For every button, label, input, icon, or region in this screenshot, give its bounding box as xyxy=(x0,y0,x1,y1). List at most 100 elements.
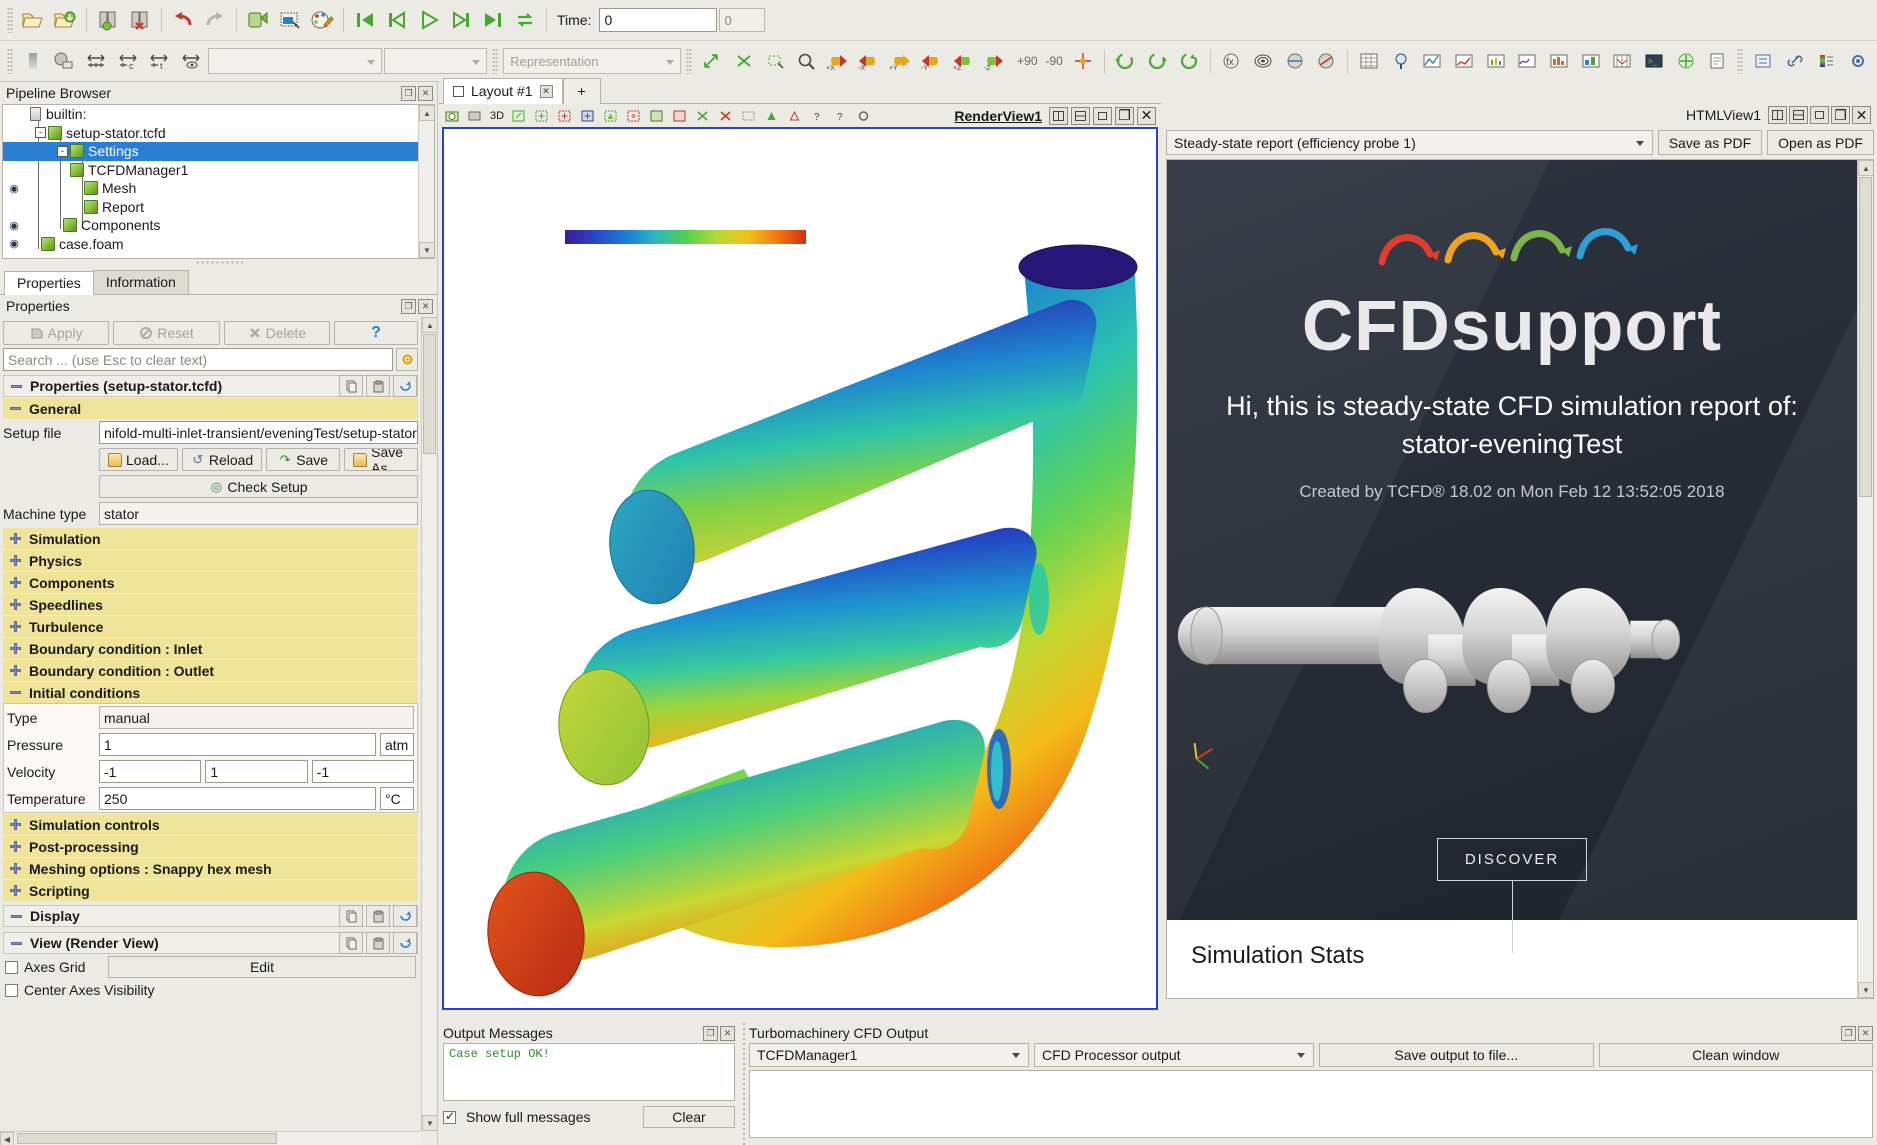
pipeline-item-report[interactable]: Report xyxy=(3,198,418,217)
calculator-filter-icon[interactable]: fx xyxy=(1217,46,1247,76)
category-scripting[interactable]: Scripting xyxy=(3,880,418,901)
toolbar-grip[interactable] xyxy=(686,48,692,74)
contour-filter-icon[interactable] xyxy=(1248,46,1278,76)
ic-pressure-input[interactable]: 1 xyxy=(99,733,376,756)
scroll-thumb[interactable] xyxy=(423,334,436,454)
pipeline-item-setup-stator[interactable]: - setup-stator.tcfd xyxy=(3,124,418,143)
undock-icon[interactable]: ❐ xyxy=(401,86,416,101)
close-icon[interactable]: ✕ xyxy=(1852,106,1871,124)
time-input[interactable]: 0 xyxy=(599,8,717,32)
delete-button[interactable]: Delete xyxy=(224,321,330,345)
camera-icon[interactable] xyxy=(442,106,463,126)
close-icon[interactable]: ✕ xyxy=(1858,1026,1873,1041)
undock-icon[interactable]: ❐ xyxy=(703,1026,718,1041)
category-meshing-options[interactable]: Meshing options : Snappy hex mesh xyxy=(3,858,418,879)
undock-icon[interactable]: ❐ xyxy=(401,299,416,314)
spreadsheet-icon[interactable] xyxy=(1354,46,1384,76)
query-cells-icon[interactable]: ? xyxy=(807,106,828,126)
clean-window-button[interactable]: Clean window xyxy=(1599,1043,1874,1067)
category-bc-outlet[interactable]: Boundary condition : Outlet xyxy=(3,660,418,681)
python-shell-icon[interactable]: >_ xyxy=(1639,46,1669,76)
save-button[interactable]: ↷ Save xyxy=(266,448,340,471)
clear-selection-icon[interactable] xyxy=(738,106,759,126)
scroll-thumb[interactable] xyxy=(1859,177,1872,497)
bottom-splitter[interactable] xyxy=(739,1023,749,1145)
ic-velocity-y-input[interactable]: 1 xyxy=(205,760,307,783)
close-icon[interactable]: ✕ xyxy=(418,299,433,314)
category-initial-conditions[interactable]: Initial conditions xyxy=(3,682,418,703)
select-surface-cells-icon[interactable] xyxy=(600,106,621,126)
scroll-up-arrow[interactable]: ▲ xyxy=(419,105,435,121)
select-surface-points-icon[interactable] xyxy=(623,106,644,126)
pick-center-icon[interactable] xyxy=(554,106,575,126)
undock-icon[interactable]: ❐ xyxy=(1115,107,1134,125)
save-as-pdf-button[interactable]: Save as PDF xyxy=(1658,130,1762,155)
slice-filter-icon[interactable] xyxy=(1312,46,1342,76)
rescale-range-icon[interactable] xyxy=(81,46,111,76)
frame-index-input[interactable]: 0 xyxy=(719,8,765,32)
copy-icon[interactable] xyxy=(339,375,363,397)
axes-grid-checkbox[interactable] xyxy=(5,961,18,974)
close-icon[interactable]: ✕ xyxy=(418,86,433,101)
group-header-properties[interactable]: Properties (setup-stator.tcfd) xyxy=(3,375,418,397)
save-data-icon[interactable] xyxy=(50,5,80,35)
toolbar-grip[interactable] xyxy=(7,7,13,33)
copy-icon[interactable] xyxy=(339,932,363,954)
bar-chart-icon[interactable] xyxy=(1576,46,1606,76)
plot-over-line-icon[interactable] xyxy=(1418,46,1448,76)
reset-camera-icon[interactable] xyxy=(508,106,529,126)
scroll-up-arrow[interactable]: ▲ xyxy=(1858,160,1874,176)
expander-icon[interactable]: - xyxy=(57,146,68,157)
view-plus-z-icon[interactable]: +Z xyxy=(951,46,981,76)
view-minus-y-icon[interactable]: -Y xyxy=(919,46,949,76)
tcfd-manager-combo[interactable]: TCFDManager1 xyxy=(749,1043,1029,1067)
close-icon[interactable]: ✕ xyxy=(720,1026,735,1041)
visibility-toggle[interactable]: ◉ xyxy=(5,237,23,250)
restore-defaults-icon[interactable] xyxy=(393,905,417,927)
setup-file-input[interactable]: nifold-multi-inlet-transient/eveningTest… xyxy=(99,421,418,444)
machine-type-input[interactable]: stator xyxy=(99,502,418,525)
loop-icon[interactable] xyxy=(510,5,540,35)
new-layout-tab[interactable]: + xyxy=(563,78,601,104)
settings-gear-icon[interactable] xyxy=(1843,46,1873,76)
category-physics[interactable]: Physics xyxy=(3,550,418,571)
zoom-to-data-icon[interactable] xyxy=(729,46,759,76)
next-frame-icon[interactable] xyxy=(446,5,476,35)
scroll-up-arrow[interactable]: ▲ xyxy=(422,317,437,333)
reload-button[interactable]: ↺ Reload xyxy=(182,448,262,471)
tcfd-output-log[interactable] xyxy=(749,1070,1873,1138)
rescale-custom-icon[interactable]: c xyxy=(113,46,143,76)
probe-location-icon[interactable] xyxy=(1386,46,1416,76)
pipeline-item-tcfdmanager1[interactable]: TCFDManager1 xyxy=(3,161,418,180)
visibility-toggle[interactable]: ◉ xyxy=(5,219,23,232)
screenshot-icon[interactable] xyxy=(275,5,305,35)
ic-temperature-input[interactable]: 250 xyxy=(99,787,376,810)
toolbar-grip[interactable] xyxy=(492,48,498,74)
rotate-ccw-icon[interactable] xyxy=(1111,46,1141,76)
split-vertical-icon[interactable] xyxy=(1071,107,1090,125)
report-scrollbar[interactable]: ▲ ▼ xyxy=(1857,160,1873,998)
zoom-closest-icon[interactable] xyxy=(792,46,822,76)
connect-server-icon[interactable] xyxy=(93,5,123,35)
rotate-reset-icon[interactable] xyxy=(1174,46,1204,76)
advanced-properties-toggle[interactable] xyxy=(396,348,418,371)
color-legend-icon[interactable] xyxy=(1812,46,1842,76)
active-variable-icon[interactable] xyxy=(18,46,48,76)
pipeline-item-builtin[interactable]: builtin: xyxy=(3,105,418,124)
view-minus-x-icon[interactable]: -X xyxy=(856,46,886,76)
ic-velocity-x-input[interactable]: -1 xyxy=(99,760,201,783)
array-select-combo[interactable] xyxy=(208,48,382,74)
tab-information[interactable]: Information xyxy=(93,270,189,294)
help-button[interactable]: ? xyxy=(334,321,418,345)
hover-cells-icon[interactable] xyxy=(761,106,782,126)
pipeline-item-case-foam[interactable]: ◉ case.foam xyxy=(3,235,418,254)
visibility-toggle[interactable]: ◉ xyxy=(5,182,23,195)
report-select-combo[interactable]: Steady-state report (efficiency probe 1) xyxy=(1166,130,1653,155)
tcfd-report-icon[interactable] xyxy=(1703,46,1733,76)
hover-points-icon[interactable] xyxy=(784,106,805,126)
close-icon[interactable]: ✕ xyxy=(540,85,553,98)
render-view-canvas[interactable] xyxy=(442,127,1158,1010)
split-vertical-icon[interactable] xyxy=(1789,106,1808,124)
interactive-select-icon[interactable] xyxy=(715,106,736,126)
category-simulation[interactable]: Simulation xyxy=(3,528,418,549)
